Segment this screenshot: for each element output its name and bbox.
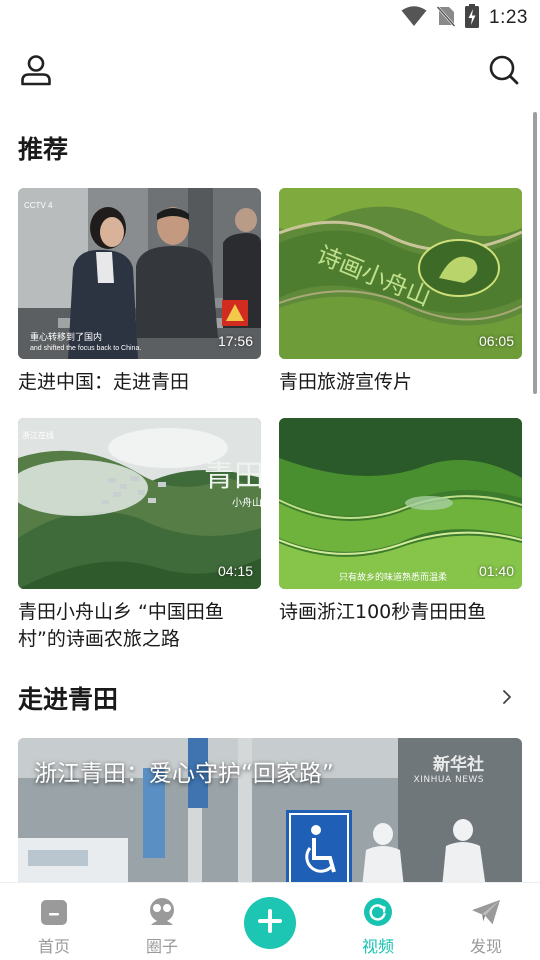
add-button[interactable] [244,897,296,949]
video-card[interactable]: 诗画小舟山 06:05 青田旅游宣传片 [279,188,522,396]
nav-circle-label: 圈子 [145,937,178,956]
news-watermark: 新华社 XINHUA NEWS [414,750,484,785]
watermark-en: XINHUA NEWS [413,775,484,785]
no-sim-icon [436,5,456,31]
subtitle-zh: 重心转移到了国内 [30,331,102,343]
subtitle-zh: 只有故乡的味道熟悉而温柔 [339,571,447,583]
featured-video-title: 浙江青田：爱心守护“回家路” [34,761,334,787]
add-icon [256,907,284,939]
nav-video-label: 视频 [361,937,394,956]
watermark-zh: 新华社 [433,755,484,775]
video-title[interactable]: 走进中国：走进青田 [18,369,261,396]
nav-discover[interactable]: 发现 [432,883,540,960]
video-thumbnail[interactable]: CCTV 4 重心转移到了国内 and shifted the focus ba… [18,188,261,359]
profile-button[interactable] [16,52,56,92]
calligraphy-sub: 小舟山乡 [232,496,261,509]
nav-discover-label: 发现 [469,937,502,956]
video-card[interactable]: 只有故乡的味道熟悉而温柔 01:40 诗画浙江100秒青田田鱼 [279,418,522,626]
nav-video[interactable]: 视频 [324,883,432,960]
search-icon [488,54,520,90]
app-bar [0,50,540,96]
video-duration: 17:56 [217,333,253,349]
circle-community-icon [147,897,177,927]
channel-logo: CCTV 4 [24,201,53,210]
video-title[interactable]: 青田小舟山乡 “中国田鱼村”的诗画农旅之路 [18,599,261,653]
video-duration: 04:15 [217,563,253,579]
video-duration: 06:05 [478,333,514,349]
user-icon [19,53,53,91]
video-title[interactable]: 诗画浙江100秒青田田鱼 [279,599,522,626]
home-icon [39,897,69,927]
video-refresh-icon [363,897,393,927]
video-thumbnail[interactable]: 只有故乡的味道熟悉而温柔 01:40 [279,418,522,589]
nav-circle[interactable]: 圈子 [108,883,216,960]
video-thumbnail[interactable]: 诗画小舟山 06:05 [279,188,522,359]
paper-plane-icon [471,897,501,927]
video-card[interactable]: CCTV 4 重心转移到了国内 and shifted the focus ba… [18,188,261,396]
status-bar: 1:23 [0,0,540,36]
video-duration: 01:40 [478,563,514,579]
section-title-walk-in: 走进青田 [18,685,119,714]
main-feed[interactable]: 推荐 CCTV 4 重心转移到了国内 and shifted the focus… [0,110,540,882]
subtitle-en: and shifted the focus back to China. [30,345,141,352]
video-card[interactable]: 浙江在线 青田 小舟山乡 04:15 青田小舟山乡 “中国田鱼村”的诗画农旅之路 [18,418,261,653]
scrollbar[interactable] [533,112,537,394]
section-title-recommend: 推荐 [18,135,69,164]
wifi-icon [401,5,427,31]
chevron-right-icon [496,690,518,712]
calligraphy-title: 青田 [204,459,261,494]
bottom-nav: 首页 圈子 视频 发现 [0,882,540,960]
corner-tag: 浙江在线 [22,430,54,440]
section-more-button[interactable] [496,686,518,708]
video-title[interactable]: 青田旅游宣传片 [279,369,522,396]
search-button[interactable] [484,52,524,92]
nav-home[interactable]: 首页 [0,883,108,960]
battery-charging-icon [465,4,480,32]
nav-home-label: 首页 [37,937,70,956]
video-thumbnail[interactable]: 浙江在线 青田 小舟山乡 04:15 [18,418,261,589]
status-time: 1:23 [489,7,528,28]
status-icons: 1:23 [401,4,528,32]
featured-video[interactable]: 浙江青田：爱心守护“回家路” 新华社 XINHUA NEWS [18,738,522,882]
